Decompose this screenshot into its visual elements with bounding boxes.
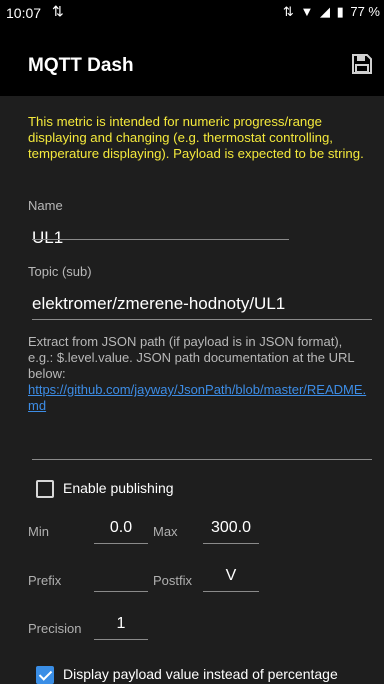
json-path-help: Extract from JSON path (if payload is in… (28, 334, 368, 414)
metric-info-text: This metric is intended for numeric prog… (28, 114, 364, 161)
topic-label: Topic (sub) (28, 264, 92, 279)
postfix-input[interactable]: V (203, 567, 259, 585)
precision-input[interactable]: 1 (94, 615, 148, 633)
min-label: Min (28, 524, 49, 539)
battery-icon: ▮ (336, 4, 344, 19)
name-label: Name (28, 198, 63, 213)
signal-icon: ◢ (319, 4, 330, 19)
enable-publishing-label: Enable publishing (63, 480, 174, 496)
min-underline (94, 543, 148, 544)
app-title: MQTT Dash (28, 55, 134, 76)
max-underline (203, 543, 259, 544)
wifi-icon: ▼ (300, 4, 314, 19)
save-icon[interactable] (350, 52, 374, 76)
display-payload-checkbox[interactable] (36, 666, 54, 684)
precision-underline (94, 639, 148, 640)
status-time: 10:07 (6, 5, 42, 21)
prefix-label: Prefix (28, 573, 62, 588)
display-payload-label: Display payload value instead of percent… (63, 666, 338, 682)
prefix-underline (94, 591, 148, 592)
sync-icon: ⇅ (52, 3, 64, 19)
topic-underline (32, 319, 372, 320)
json-path-help-text: Extract from JSON path (if payload is in… (28, 334, 355, 381)
json-path-docs-link[interactable]: https://github.com/jayway/JsonPath/blob/… (28, 382, 368, 414)
metric-form: This metric is intended for numeric prog… (0, 96, 384, 684)
max-label: Max (153, 524, 178, 539)
status-icons: ⇅ ▼ ◢ ▮ 77 % (280, 4, 380, 20)
data-arrows-icon: ⇅ (282, 4, 294, 19)
battery-percent: 77 % (350, 4, 380, 19)
max-input[interactable]: 300.0 (203, 519, 259, 537)
min-input[interactable]: 0.0 (94, 519, 148, 537)
precision-label: Precision (28, 621, 82, 636)
status-bar: 10:07 ⇅ ⇅ ▼ ◢ ▮ 77 % (0, 0, 384, 24)
enable-publishing-checkbox[interactable] (36, 480, 54, 498)
name-underline (32, 239, 289, 240)
topic-input[interactable]: elektromer/zmerene-hodnoty/UL1 (32, 294, 285, 314)
json-path-underline (32, 459, 372, 460)
postfix-underline (203, 591, 259, 592)
name-input[interactable]: UL1 (32, 228, 63, 248)
postfix-label: Postfix (153, 573, 193, 588)
app-bar: MQTT Dash (0, 24, 384, 96)
